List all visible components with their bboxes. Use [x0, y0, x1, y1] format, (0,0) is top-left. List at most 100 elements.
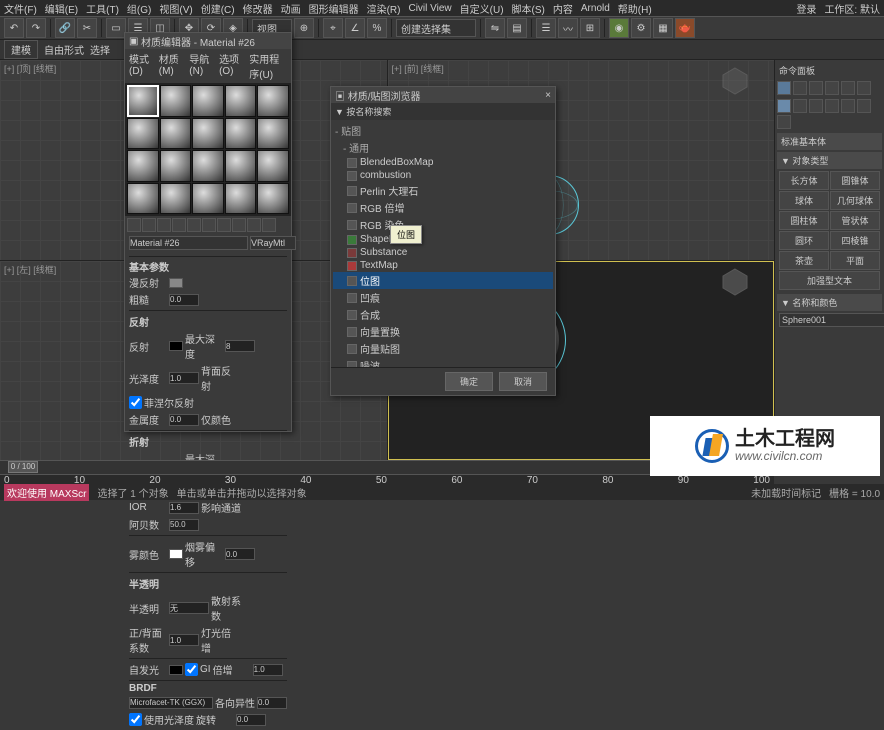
- list-item[interactable]: BlendedBoxMap: [333, 156, 553, 169]
- curve-editor-icon[interactable]: 〰: [558, 18, 578, 38]
- aniso-input[interactable]: [257, 697, 287, 709]
- fog-mult-input[interactable]: [225, 548, 255, 560]
- pivot-icon[interactable]: ⊕: [294, 18, 314, 38]
- torus-button[interactable]: 圆环: [779, 231, 829, 250]
- list-item[interactable]: RGB 染色: [333, 216, 553, 233]
- undo-icon[interactable]: ↶: [4, 18, 24, 38]
- ior-input[interactable]: [169, 502, 199, 514]
- menu-script[interactable]: 脚本(S): [512, 1, 545, 16]
- abbe-input[interactable]: [169, 519, 199, 531]
- close-icon[interactable]: ×: [545, 90, 551, 101]
- put-to-scene-icon[interactable]: [142, 218, 156, 232]
- mat-menu-util[interactable]: 实用程序(U): [249, 51, 287, 81]
- menu-graph[interactable]: 图形编辑器: [309, 1, 359, 16]
- menu-help[interactable]: 帮助(H): [618, 1, 652, 16]
- self-mult-input[interactable]: [253, 664, 283, 676]
- put-lib-icon[interactable]: [217, 218, 231, 232]
- get-material-icon[interactable]: [127, 218, 141, 232]
- self-illum-swatch[interactable]: [169, 665, 183, 675]
- list-item[interactable]: RGB 倍增: [333, 199, 553, 216]
- show-map-icon[interactable]: [232, 218, 246, 232]
- cylinder-button[interactable]: 圆柱体: [779, 211, 829, 230]
- sample-slot[interactable]: [257, 183, 289, 215]
- menu-custom[interactable]: 自定义(U): [460, 1, 504, 16]
- time-slider[interactable]: 0 / 100: [8, 461, 38, 473]
- modify-tab-icon[interactable]: [793, 81, 807, 95]
- menu-content[interactable]: 内容: [553, 1, 573, 16]
- geometry-icon[interactable]: [777, 99, 791, 113]
- align-icon[interactable]: ▤: [507, 18, 527, 38]
- menu-file[interactable]: 文件(F): [4, 1, 37, 16]
- gloss-input[interactable]: [169, 372, 199, 384]
- fresnel-checkbox[interactable]: [129, 396, 142, 409]
- sample-slot[interactable]: [127, 85, 159, 117]
- ribbon-tab-freeform[interactable]: 自由形式: [44, 42, 84, 57]
- mat-menu-options[interactable]: 选项(O): [219, 51, 243, 81]
- show-end-icon[interactable]: [247, 218, 261, 232]
- plane-button[interactable]: 平面: [830, 251, 880, 270]
- sample-slot[interactable]: [257, 118, 289, 150]
- sample-slot[interactable]: [257, 150, 289, 182]
- render-setup-icon[interactable]: ⚙: [631, 18, 651, 38]
- list-item-selected[interactable]: 位图: [333, 272, 553, 289]
- list-item[interactable]: 噪波: [333, 357, 553, 367]
- helpers-icon[interactable]: [841, 99, 855, 113]
- sample-slot[interactable]: [225, 183, 257, 215]
- select-icon[interactable]: ▭: [106, 18, 126, 38]
- make-copy-icon[interactable]: [187, 218, 201, 232]
- trans-type-input[interactable]: [169, 602, 209, 614]
- list-item[interactable]: 向量贴图: [333, 340, 553, 357]
- menu-edit[interactable]: 编辑(E): [45, 1, 78, 16]
- material-editor-titlebar[interactable]: ▣ 材质编辑器 - Material #26: [125, 33, 291, 49]
- assign-icon[interactable]: [157, 218, 171, 232]
- percent-snap-icon[interactable]: %: [367, 18, 387, 38]
- cameras-icon[interactable]: [825, 99, 839, 113]
- sample-slot[interactable]: [225, 85, 257, 117]
- maps-category[interactable]: - 贴图: [333, 122, 553, 139]
- fwd-input[interactable]: [169, 634, 199, 646]
- redo-icon[interactable]: ↷: [26, 18, 46, 38]
- material-type-button[interactable]: [250, 236, 296, 250]
- ok-button[interactable]: 确定: [445, 372, 493, 391]
- cone-button[interactable]: 圆锥体: [830, 171, 880, 190]
- angle-snap-icon[interactable]: ∠: [345, 18, 365, 38]
- reset-icon[interactable]: [172, 218, 186, 232]
- sample-slot[interactable]: [127, 183, 159, 215]
- sample-slot[interactable]: [127, 150, 159, 182]
- basic-params-header[interactable]: 基本参数: [129, 259, 287, 274]
- spacewarps-icon[interactable]: [857, 99, 871, 113]
- list-item[interactable]: TextMap: [333, 259, 553, 272]
- utilities-tab-icon[interactable]: [857, 81, 871, 95]
- general-category[interactable]: - 通用: [333, 139, 553, 156]
- unlink-icon[interactable]: ✂: [77, 18, 97, 38]
- browser-titlebar[interactable]: ▣ 材质/贴图浏览器 ×: [331, 87, 555, 103]
- metalness-input[interactable]: [169, 414, 199, 426]
- lights-icon[interactable]: [809, 99, 823, 113]
- list-item[interactable]: Substance: [333, 246, 553, 259]
- object-type-rollout[interactable]: ▼ 对象类型: [777, 152, 882, 169]
- go-parent-icon[interactable]: [262, 218, 276, 232]
- list-item[interactable]: ShapeMap: [333, 233, 553, 246]
- link-icon[interactable]: 🔗: [55, 18, 75, 38]
- list-item[interactable]: 合成: [333, 306, 553, 323]
- render-frame-icon[interactable]: ▦: [653, 18, 673, 38]
- sample-slot[interactable]: [225, 150, 257, 182]
- sample-slot[interactable]: [192, 183, 224, 215]
- teapot-button[interactable]: 茶壶: [779, 251, 829, 270]
- maxdepth-input[interactable]: [225, 340, 255, 352]
- gi-checkbox[interactable]: [185, 663, 198, 676]
- use-gloss-checkbox[interactable]: [129, 713, 142, 726]
- sample-slot[interactable]: [160, 118, 192, 150]
- menu-create[interactable]: 创建(C): [201, 1, 235, 16]
- motion-tab-icon[interactable]: [825, 81, 839, 95]
- mat-menu-nav[interactable]: 导航(N): [189, 51, 213, 81]
- mat-menu-mode[interactable]: 模式(D): [129, 51, 153, 81]
- list-item[interactable]: combustion: [333, 169, 553, 182]
- menu-arnold[interactable]: Arnold: [581, 3, 610, 14]
- selection-set-dropdown[interactable]: [396, 19, 476, 37]
- mirror-icon[interactable]: ⇋: [485, 18, 505, 38]
- reflection-swatch[interactable]: [169, 341, 183, 351]
- material-name-input[interactable]: [129, 236, 248, 250]
- systems-icon[interactable]: [777, 115, 791, 129]
- name-color-rollout[interactable]: ▼ 名称和颜色: [777, 294, 882, 311]
